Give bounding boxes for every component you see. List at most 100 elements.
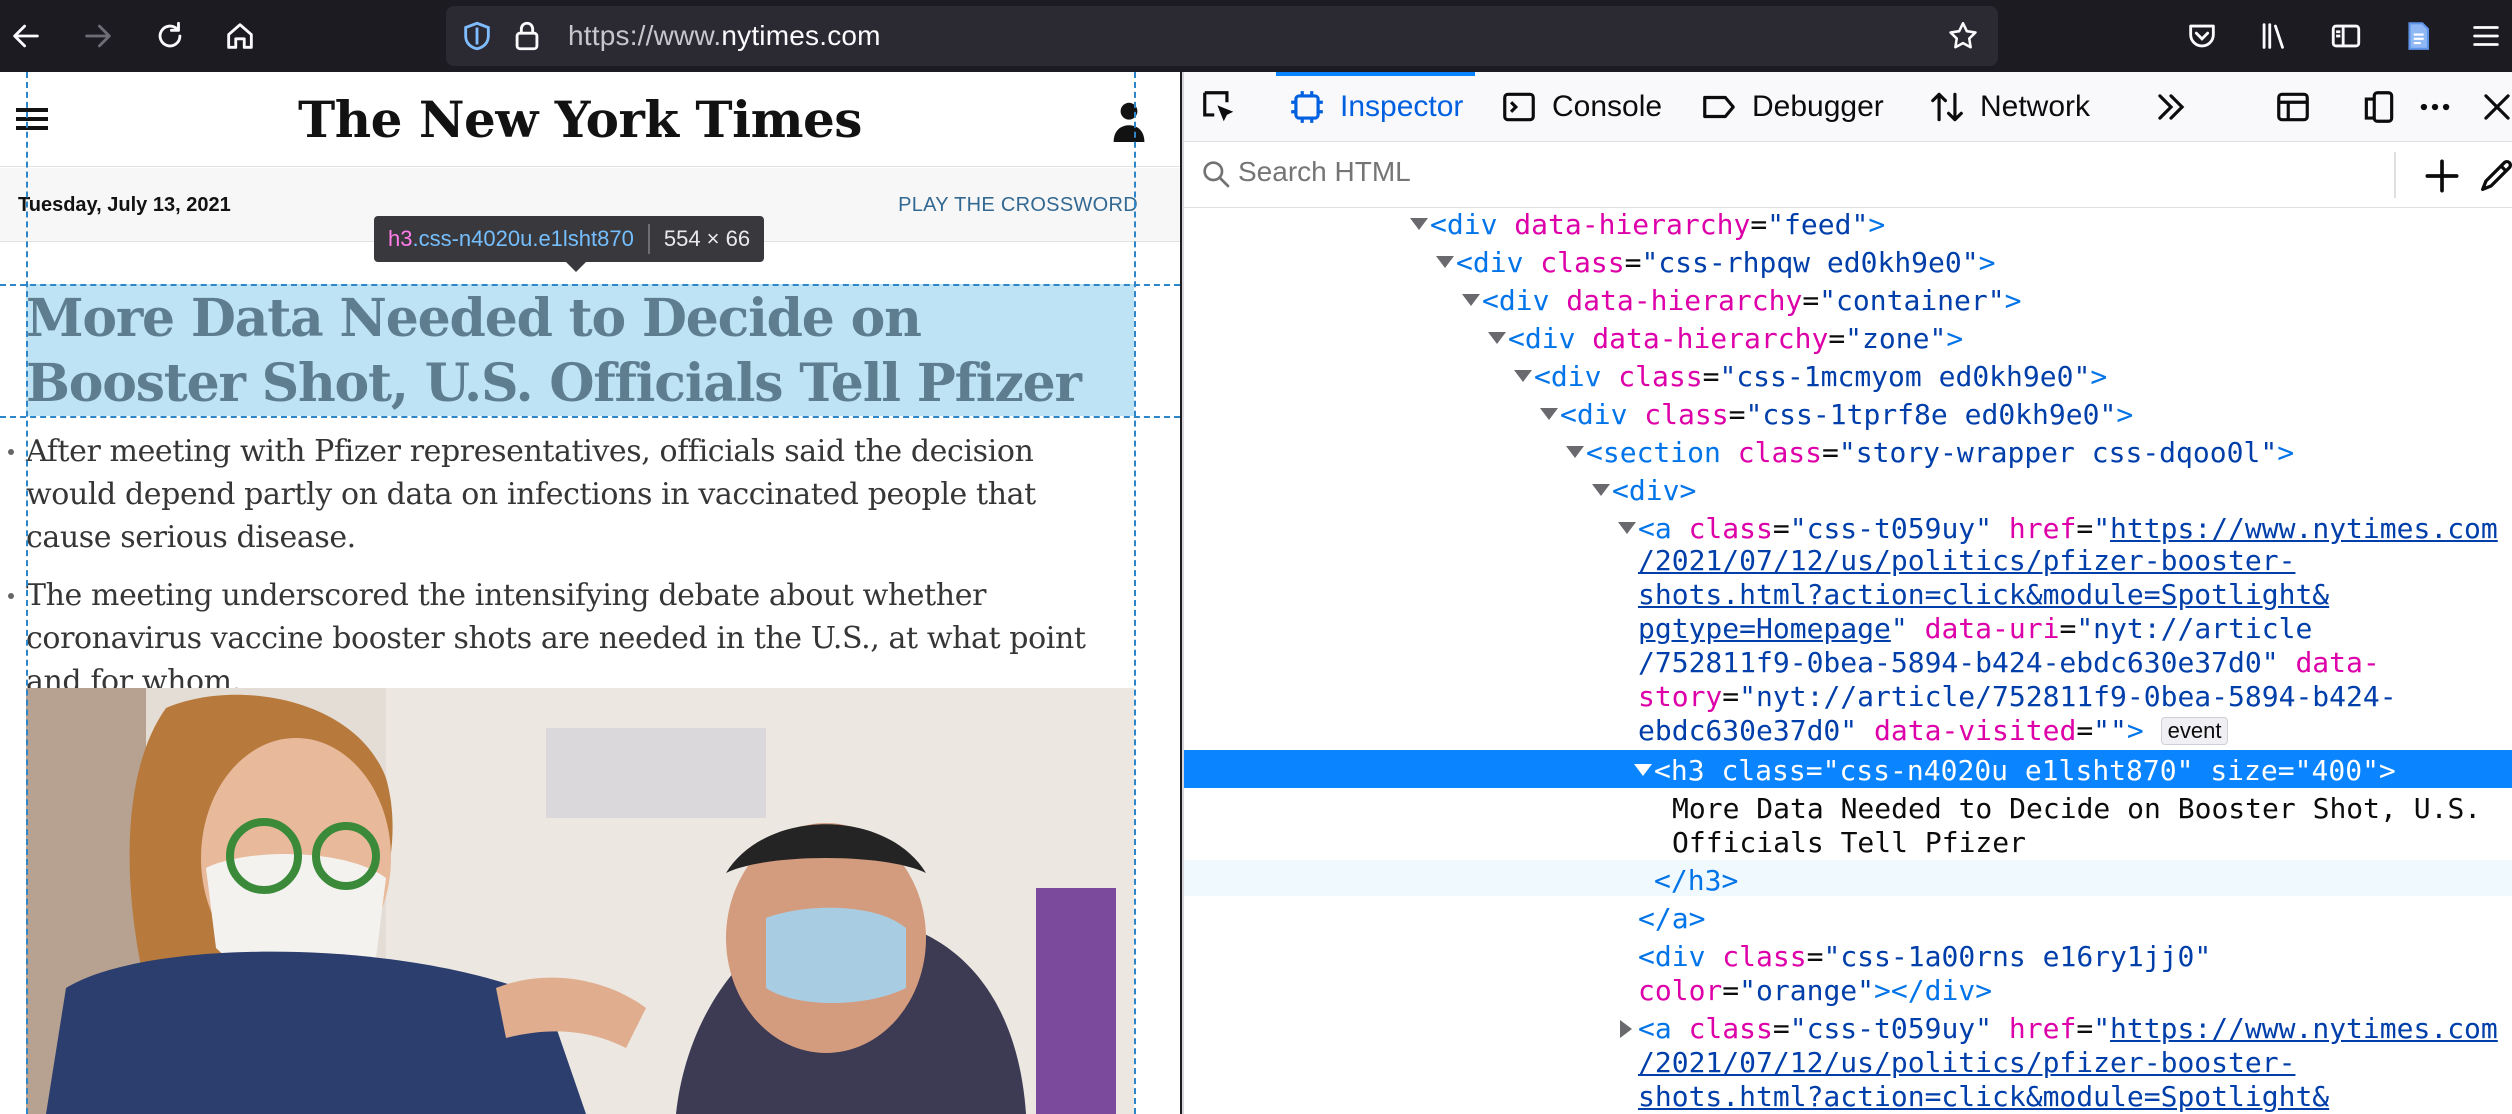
nyt-logo[interactable]: The New York Times <box>0 90 1160 149</box>
page-viewport: The New York Times Tuesday, July 13, 202… <box>0 72 1180 1114</box>
node-attr-name: class <box>1644 398 1729 431</box>
more-tabs-chevron-icon[interactable] <box>2152 88 2190 126</box>
href-link[interactable]: https://www.nytimes.com <box>2110 512 2498 545</box>
more-options-icon[interactable] <box>2416 88 2454 126</box>
expand-twisty-icon[interactable] <box>1566 446 1584 458</box>
tab-console-label: Console <box>1552 90 1663 123</box>
expand-twisty-icon[interactable] <box>1540 408 1558 420</box>
network-icon <box>1931 92 1963 122</box>
node-tag: a <box>1671 902 1689 935</box>
href-link[interactable]: pgtype=Homepage <box>1638 612 1891 645</box>
node-attr-value: 400 <box>2311 754 2363 787</box>
node-attr-name: class <box>1618 360 1703 393</box>
node-attr-name: data-uri <box>1924 612 2060 645</box>
inspector-guide-top <box>0 284 1180 286</box>
node-attr-value: orange <box>1756 974 1858 1007</box>
search-separator <box>2394 152 2396 198</box>
inspector-guide-bottom <box>0 416 1180 418</box>
back-button[interactable] <box>0 10 52 62</box>
node-attr-value: css-t059uy <box>1806 512 1976 545</box>
node-tag: div <box>1446 208 1498 241</box>
close-devtools-icon[interactable] <box>2478 88 2512 126</box>
node-attr-value: css-1tprf8e ed0kh9e0 <box>1762 398 2100 431</box>
node-attr-name: story <box>1638 680 1723 713</box>
html-search-bar <box>1184 142 2512 208</box>
node-attr-value: css-n4020u e1lsht870 <box>1839 754 2177 787</box>
app-menu-button[interactable] <box>2460 10 2512 62</box>
node-attr-name: data-hierarchy <box>1514 208 1751 241</box>
expand-twisty-icon[interactable] <box>1410 218 1428 230</box>
url-text[interactable]: https://www.nytimes.com <box>568 20 881 52</box>
tab-console[interactable]: Console <box>1500 72 1662 142</box>
responsive-design-icon[interactable] <box>2360 88 2398 126</box>
article-headline[interactable]: More Data Needed to Decide on Booster Sh… <box>26 286 1134 416</box>
text-node: Officials Tell Pfizer <box>1672 826 2027 859</box>
href-link[interactable]: shots.html?action=click&module=Spotlight… <box>1638 578 2329 611</box>
reload-icon <box>158 21 182 48</box>
vaccination-photo-illustration <box>26 688 1134 1114</box>
href-link[interactable]: shots.html?action=click&module=Spotlight… <box>1638 1080 2329 1113</box>
expand-twisty-icon[interactable] <box>1634 764 1652 776</box>
node-attr-name: class <box>1688 512 1773 545</box>
search-html-input[interactable] <box>1238 156 2338 188</box>
forward-button[interactable] <box>72 10 124 62</box>
node-attr-value: css-1mcmyom ed0kh9e0 <box>1736 360 2074 393</box>
expand-twisty-icon[interactable] <box>1488 332 1506 344</box>
expand-twisty-icon[interactable] <box>1436 256 1454 268</box>
expand-twisty-icon[interactable] <box>1592 484 1610 496</box>
url-bar[interactable]: https://www.nytimes.com <box>446 6 1998 66</box>
debugger-icon <box>1703 95 1735 119</box>
bookmark-star-icon[interactable] <box>1946 19 1980 53</box>
infobar-classes: .css-n4020u.e1lsht870 <box>412 226 634 251</box>
node-tag: a <box>1654 512 1672 545</box>
article-photo[interactable] <box>26 688 1134 1114</box>
console-icon <box>1503 92 1535 122</box>
account-icon[interactable] <box>1112 100 1146 142</box>
library-button[interactable] <box>2248 10 2300 62</box>
node-attr-name: color <box>1638 974 1723 1007</box>
search-icon <box>1203 161 1230 188</box>
expand-twisty-icon[interactable] <box>1514 370 1532 382</box>
expand-twisty-icon[interactable] <box>1618 522 1636 534</box>
devtools-panel: Inspector Console Debugger Network Searc… <box>1182 72 2512 1114</box>
home-button[interactable] <box>214 10 266 62</box>
href-link[interactable]: /2021/07/12/us/politics/pfizer-booster- <box>1638 1046 2295 1079</box>
node-attr-name: href <box>2008 1012 2077 1045</box>
reload-button[interactable] <box>144 10 196 62</box>
node-attr-value: css-rhpqw ed0kh9e0 <box>1658 246 1962 279</box>
node-attr-name: class <box>1688 1012 1773 1045</box>
node-tag: a <box>1654 1012 1672 1045</box>
href-link[interactable]: /2021/07/12/us/politics/pfizer-booster- <box>1638 544 2295 577</box>
href-link[interactable]: https://www.nytimes.com <box>2110 1012 2498 1045</box>
extension-button[interactable] <box>2392 10 2444 62</box>
tab-network[interactable]: Network <box>1928 72 2090 142</box>
event-badge[interactable]: event <box>2160 717 2229 745</box>
node-tag: section <box>1602 436 1721 469</box>
add-node-icon[interactable] <box>2420 154 2464 198</box>
tab-debugger[interactable]: Debugger <box>1700 72 1884 142</box>
node-attr-name: data- <box>2295 646 2380 679</box>
back-arrow-icon <box>13 24 39 48</box>
node-attr-name: class <box>1721 754 1806 787</box>
node-attr-value: container <box>1836 284 1988 317</box>
node-tag: div <box>1498 284 1550 317</box>
infobar-tag: h3 <box>388 226 413 251</box>
home-icon <box>227 23 253 49</box>
node-tag: div <box>1472 246 1524 279</box>
expand-twisty-icon[interactable] <box>1462 294 1480 306</box>
node-attr-value: story-wrapper css-dqoo0l <box>1855 436 2261 469</box>
library-icon <box>2262 23 2284 49</box>
eyedropper-icon[interactable] <box>2476 154 2512 198</box>
pocket-button[interactable] <box>2176 10 2228 62</box>
lock-icon[interactable] <box>510 19 544 53</box>
tracking-protection-shield-icon[interactable] <box>460 19 494 53</box>
collapsed-twisty-icon[interactable] <box>1620 1020 1632 1038</box>
text-node: More Data Needed to Decide on Booster Sh… <box>1672 792 2482 825</box>
sidebar-button[interactable] <box>2320 10 2372 62</box>
layout-toggle-icon[interactable] <box>2274 88 2312 126</box>
url-prefix: https://www. <box>568 20 722 51</box>
element-picker-icon[interactable] <box>1200 88 1238 126</box>
node-attr-name: class <box>1540 246 1625 279</box>
tab-inspector[interactable]: Inspector <box>1275 72 1476 142</box>
crossword-link[interactable]: PLAY THE CROSSWORD <box>898 194 1138 217</box>
